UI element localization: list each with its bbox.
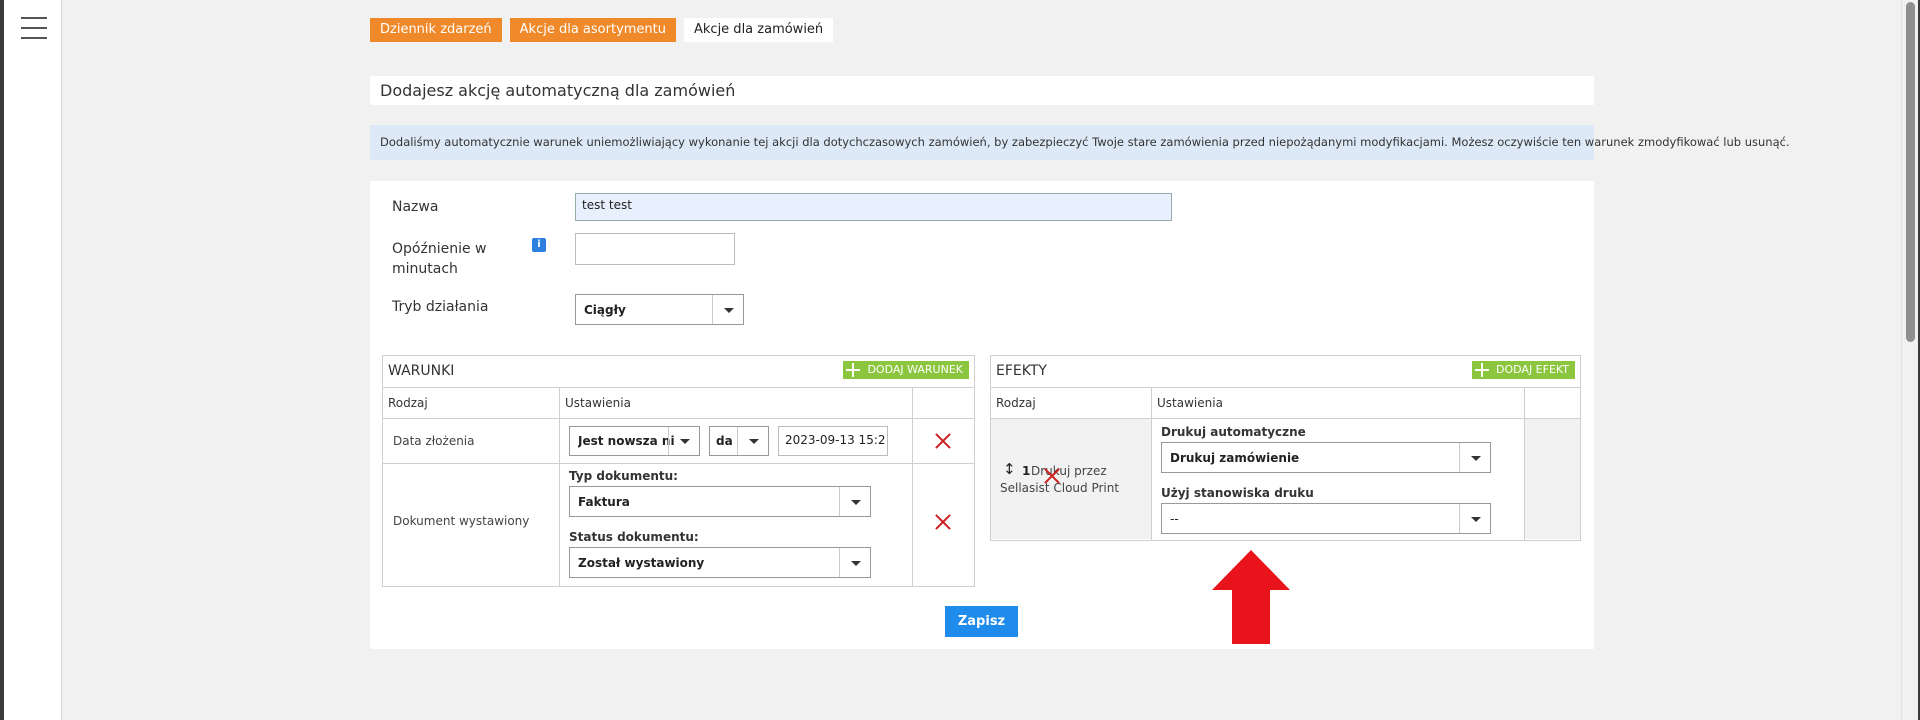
- time-unit-value: da: [716, 434, 733, 448]
- add-effect-button[interactable]: DODAJ EFEKT: [1472, 361, 1575, 379]
- effects-title: EFEKTY: [996, 363, 1047, 379]
- print-auto-label: Drukuj automatyczne: [1161, 425, 1306, 439]
- delete-icon[interactable]: [1043, 467, 1061, 485]
- add-condition-label: DODAJ WARUNEK: [867, 363, 963, 376]
- print-station-select[interactable]: --: [1161, 503, 1491, 534]
- effects-box: EFEKTY DODAJ EFEKT Rodzaj Ustawienia ↕ 1…: [990, 355, 1581, 541]
- delay-input[interactable]: [575, 233, 735, 265]
- save-button[interactable]: Zapisz: [945, 606, 1018, 637]
- action-form-panel: Nazwa test test Opóźnienie w minutach i …: [370, 181, 1594, 649]
- document-status-value: Został wystawiony: [578, 555, 705, 570]
- condition-type: Dokument wystawiony: [393, 514, 530, 528]
- date-input[interactable]: 2023-09-13 15:2: [778, 426, 888, 456]
- delete-icon[interactable]: [934, 432, 952, 450]
- chevron-down-icon: [1459, 504, 1490, 533]
- chevron-down-icon: [839, 487, 870, 516]
- add-condition-button[interactable]: DODAJ WARUNEK: [843, 361, 969, 379]
- mode-select[interactable]: Ciągły: [575, 294, 744, 325]
- red-arrow-annotation: [1212, 550, 1290, 644]
- column-header-type: Rodzaj: [996, 396, 1036, 410]
- print-station-label: Użyj stanowiska druku: [1161, 486, 1314, 500]
- tab-event-log[interactable]: Dziennik zdarzeń: [370, 18, 502, 42]
- add-effect-label: DODAJ EFEKT: [1496, 363, 1569, 376]
- info-banner: Dodaliśmy automatycznie warunek uniemożl…: [370, 125, 1790, 160]
- chevron-down-icon: [1459, 443, 1490, 472]
- document-type-value: Faktura: [578, 494, 630, 509]
- drag-handle-icon[interactable]: ↕: [1003, 460, 1016, 478]
- column-header-settings: Ustawienia: [1157, 396, 1223, 410]
- info-message: Dodaliśmy automatycznie warunek uniemożl…: [380, 135, 1790, 149]
- conditions-title: WARUNKI: [388, 363, 455, 379]
- document-type-select[interactable]: Faktura: [569, 486, 871, 517]
- print-auto-value: Drukuj zamówienie: [1170, 450, 1300, 465]
- document-status-label: Status dokumentu:: [569, 530, 699, 544]
- top-tabs: Dziennik zdarzeń Akcje dla asortymentu A…: [370, 18, 834, 42]
- document-status-select[interactable]: Został wystawiony: [569, 547, 871, 578]
- sidebar: [4, 0, 62, 720]
- print-auto-select[interactable]: Drukuj zamówienie: [1161, 442, 1491, 473]
- chevron-down-icon: [712, 295, 743, 324]
- tab-order-actions[interactable]: Akcje dla zamówień: [684, 18, 834, 42]
- date-operator-select[interactable]: Jest nowsza ni: [569, 426, 700, 456]
- mode-label: Tryb działania: [392, 299, 489, 315]
- chevron-down-icon: [839, 548, 870, 577]
- delay-label: Opóźnienie w minutach: [392, 241, 487, 277]
- tab-product-actions[interactable]: Akcje dla asortymentu: [509, 18, 676, 42]
- column-header-type: Rodzaj: [388, 396, 428, 410]
- date-operator-value: Jest nowsza ni: [578, 434, 675, 448]
- name-input[interactable]: test test: [575, 193, 1172, 221]
- chevron-down-icon: [668, 427, 699, 455]
- plus-icon: [845, 362, 861, 378]
- print-station-value: --: [1170, 511, 1179, 526]
- document-type-label: Typ dokumentu:: [569, 469, 678, 483]
- name-label: Nazwa: [392, 199, 439, 215]
- mode-select-value: Ciągły: [584, 302, 626, 317]
- page-title-bar: Dodajesz akcję automatyczną dla zamówień: [370, 76, 1594, 105]
- scrollbar-thumb[interactable]: [1906, 2, 1915, 342]
- chevron-down-icon: [737, 427, 768, 455]
- time-unit-select[interactable]: da: [709, 426, 769, 456]
- delete-icon[interactable]: [934, 513, 952, 531]
- page-title: Dodajesz akcję automatyczną dla zamówień: [380, 81, 736, 100]
- condition-type: Data złożenia: [393, 434, 475, 448]
- plus-icon: [1474, 362, 1490, 378]
- info-icon[interactable]: i: [532, 238, 546, 252]
- effect-order: 1: [1022, 464, 1031, 478]
- menu-icon[interactable]: [21, 17, 47, 39]
- conditions-box: WARUNKI DODAJ WARUNEK Rodzaj Ustawienia …: [382, 355, 975, 587]
- column-header-settings: Ustawienia: [565, 396, 631, 410]
